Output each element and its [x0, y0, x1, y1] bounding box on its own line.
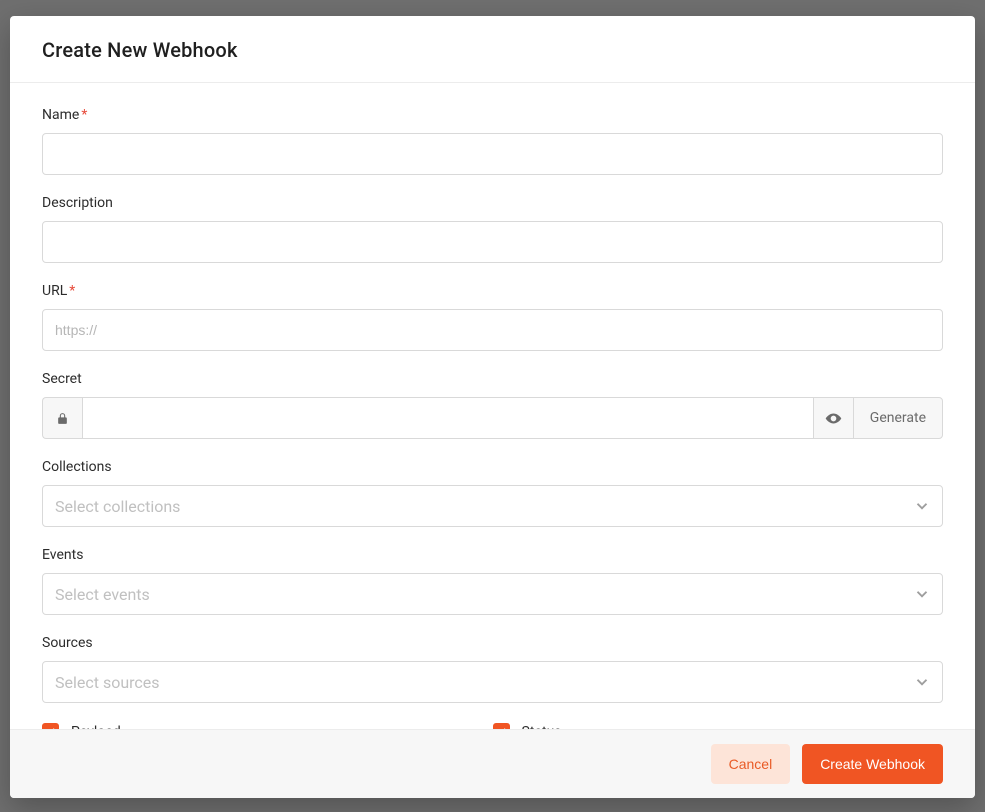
events-placeholder: Select events — [42, 573, 943, 615]
create-webhook-button[interactable]: Create Webhook — [802, 744, 943, 784]
collections-label: Collections — [42, 459, 943, 475]
sources-select[interactable]: Select sources — [42, 661, 943, 703]
description-label: Description — [42, 195, 943, 211]
modal-title: Create New Webhook — [42, 38, 943, 62]
collections-placeholder: Select collections — [42, 485, 943, 527]
generate-button[interactable]: Generate — [853, 397, 943, 439]
url-label: URL* — [42, 283, 943, 299]
field-description: Description — [42, 195, 943, 263]
field-collections: Collections Select collections — [42, 459, 943, 527]
lock-icon — [42, 397, 82, 439]
secret-input[interactable] — [82, 397, 813, 439]
name-label: Name* — [42, 107, 943, 123]
sources-label: Sources — [42, 635, 943, 651]
url-label-text: URL — [42, 283, 67, 299]
name-required-mark: * — [81, 107, 87, 123]
sources-placeholder: Select sources — [42, 661, 943, 703]
field-name: Name* — [42, 107, 943, 175]
url-required-mark: * — [69, 283, 75, 299]
collections-select[interactable]: Select collections — [42, 485, 943, 527]
modal-body: Name* Description URL* Secret — [10, 83, 975, 729]
events-label: Events — [42, 547, 943, 563]
url-input[interactable] — [42, 309, 943, 351]
events-select[interactable]: Select events — [42, 573, 943, 615]
modal-header: Create New Webhook — [10, 16, 975, 83]
cancel-button[interactable]: Cancel — [711, 744, 791, 784]
field-url: URL* — [42, 283, 943, 351]
modal-footer: Cancel Create Webhook — [10, 729, 975, 798]
name-label-text: Name — [42, 107, 79, 123]
description-input[interactable] — [42, 221, 943, 263]
eye-icon — [825, 410, 842, 427]
secret-label: Secret — [42, 371, 943, 387]
secret-visibility-toggle[interactable] — [813, 397, 853, 439]
create-webhook-modal: Create New Webhook Name* Description URL… — [10, 16, 975, 798]
field-secret: Secret Generate — [42, 371, 943, 439]
name-input[interactable] — [42, 133, 943, 175]
secret-input-group: Generate — [42, 397, 943, 439]
field-events: Events Select events — [42, 547, 943, 615]
field-sources: Sources Select sources — [42, 635, 943, 703]
